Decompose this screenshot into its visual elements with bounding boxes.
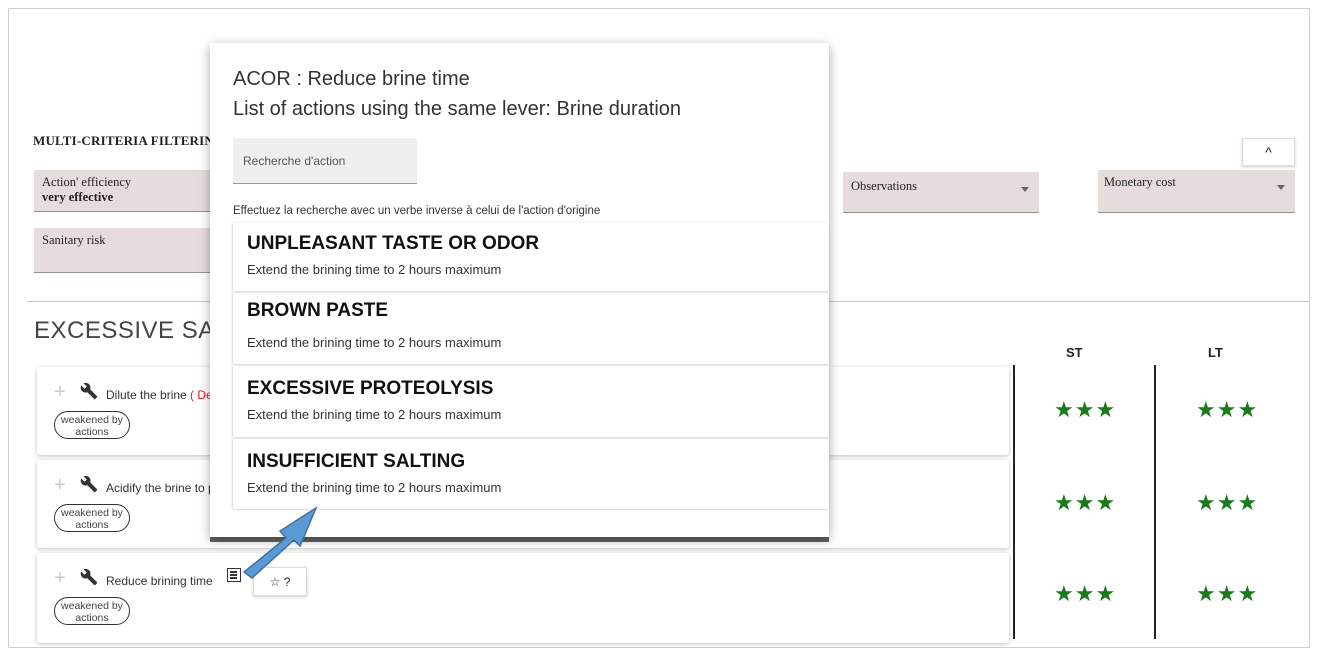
lever-action-item[interactable]: INSUFFICIENT SALTING Extend the brining …	[233, 439, 829, 509]
column-header-st: ST	[1066, 345, 1083, 360]
observations-filter[interactable]: Observations	[843, 172, 1039, 213]
item-title: UNPLEASANT TASTE OR ODOR	[247, 233, 540, 254]
sanitary-risk-filter[interactable]: Sanitary risk	[34, 228, 214, 273]
item-description: Extend the brining time to 2 hours maxim…	[247, 335, 502, 350]
column-header-lt: LT	[1208, 345, 1223, 360]
lt-rating-stars: ★★★	[1196, 490, 1259, 515]
same-lever-dialog: ACOR : Reduce brine time List of actions…	[210, 43, 829, 537]
column-divider	[1013, 365, 1015, 639]
lever-action-item[interactable]: UNPLEASANT TASTE OR ODOR Extend the brin…	[233, 223, 829, 291]
item-description: Extend the brining time to 2 hours maxim…	[247, 407, 502, 422]
plus-icon[interactable]: +	[54, 474, 66, 497]
action-name: Acidify the brine to p	[106, 481, 215, 495]
item-description: Extend the brining time to 2 hours maxim…	[247, 262, 502, 277]
chevron-down-icon	[1277, 185, 1285, 190]
wrench-icon	[80, 382, 98, 405]
collapse-filters-button[interactable]: ^	[1242, 138, 1295, 166]
weakened-by-tag[interactable]: weakened by actions	[54, 597, 130, 625]
filters-title: MULTI-CRITERIA FILTERIN	[33, 133, 214, 148]
action-search-input[interactable]	[233, 138, 417, 184]
annotation-arrow-icon	[242, 506, 318, 579]
action-card[interactable]: + Reduce brining time weakened by action…	[37, 553, 1009, 643]
item-description: Extend the brining time to 2 hours maxim…	[247, 480, 502, 495]
plus-icon[interactable]: +	[54, 567, 66, 590]
dialog-subtitle: List of actions using the same lever: Br…	[233, 98, 682, 120]
efficiency-value: very effective	[42, 190, 114, 204]
st-rating-stars: ★★★	[1054, 397, 1117, 422]
lever-action-item[interactable]: BROWN PASTE Extend the brining time to 2…	[233, 293, 829, 364]
chevron-up-icon: ^	[1265, 144, 1272, 160]
lt-rating-stars: ★★★	[1196, 581, 1259, 606]
sanitary-risk-label: Sanitary risk	[42, 233, 106, 247]
dialog-title: ACOR : Reduce brine time	[233, 68, 470, 90]
action-name: Reduce brining time	[106, 574, 213, 588]
item-title: EXCESSIVE PROTEOLYSIS	[247, 378, 494, 399]
weakened-by-tag[interactable]: weakened by actions	[54, 504, 130, 532]
monetary-cost-filter[interactable]: Monetary cost	[1098, 170, 1295, 213]
wrench-icon	[80, 475, 98, 498]
weakened-by-tag[interactable]: weakened by actions	[54, 411, 130, 439]
wrench-icon	[80, 568, 98, 591]
monetary-cost-label: Monetary cost	[1104, 175, 1176, 189]
column-divider	[1154, 365, 1156, 639]
search-hint: Effectuez la recherche avec un verbe inv…	[233, 205, 601, 217]
efficiency-filter[interactable]: Action' efficiency very effective	[34, 170, 214, 212]
item-title: INSUFFICIENT SALTING	[247, 451, 466, 472]
plus-icon[interactable]: +	[54, 381, 66, 404]
chevron-down-icon	[1021, 187, 1029, 192]
item-title: BROWN PASTE	[247, 300, 389, 321]
observations-label: Observations	[851, 179, 917, 193]
efficiency-label: Action' efficiency	[42, 175, 132, 189]
st-rating-stars: ★★★	[1054, 490, 1117, 515]
lever-action-item[interactable]: EXCESSIVE PROTEOLYSIS Extend the brining…	[233, 366, 829, 437]
st-rating-stars: ★★★	[1054, 581, 1117, 606]
lt-rating-stars: ★★★	[1196, 397, 1259, 422]
action-name: Dilute the brine ( Der	[106, 388, 217, 402]
